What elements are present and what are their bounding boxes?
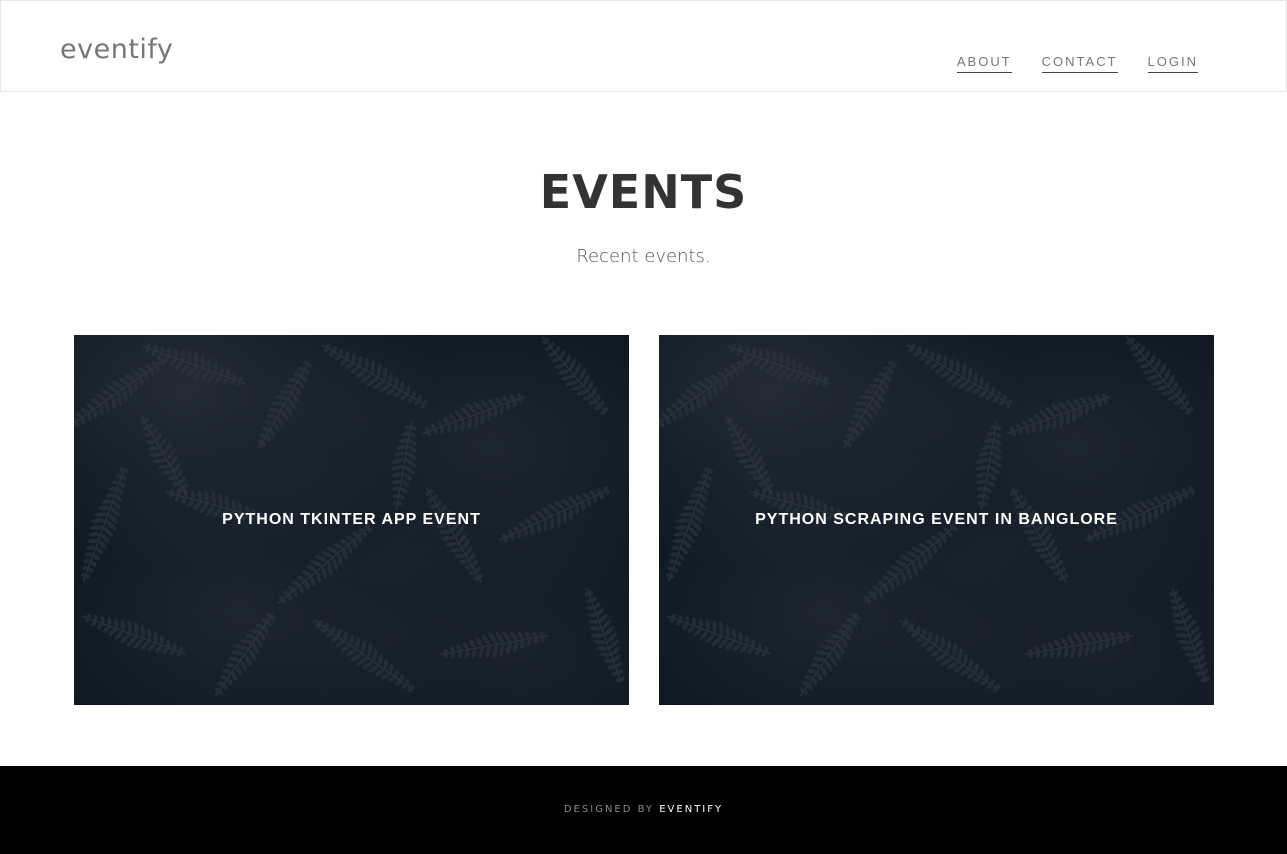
footer-credit-prefix: DESIGNED BY — [563, 804, 655, 815]
event-card-title: PYTHON TKINTER APP EVENT — [222, 511, 481, 528]
event-card[interactable]: PYTHON SCRAPING EVENT IN BANGLORE — [659, 335, 1214, 705]
footer-credit: DESIGNED BY EVENTIFY — [0, 804, 1287, 815]
site-footer: DESIGNED BY EVENTIFY — [0, 766, 1287, 854]
event-card[interactable]: PYTHON TKINTER APP EVENT — [74, 335, 629, 705]
site-header: eventify ABOUT CONTACT LOGIN — [0, 0, 1287, 92]
footer-brand-link[interactable]: EVENTIFY — [659, 804, 723, 815]
nav-link-about[interactable]: ABOUT — [956, 54, 1012, 73]
nav-link-contact[interactable]: CONTACT — [1041, 54, 1118, 73]
page: eventify ABOUT CONTACT LOGIN EVENTS Rece… — [0, 0, 1287, 854]
main-nav: ABOUT CONTACT LOGIN — [956, 54, 1198, 73]
event-card-title: PYTHON SCRAPING EVENT IN BANGLORE — [755, 511, 1118, 528]
nav-link-login[interactable]: LOGIN — [1147, 54, 1198, 73]
page-subtitle: Recent events. — [576, 246, 711, 267]
brand-logo-link[interactable]: eventify — [60, 34, 173, 65]
page-title: EVENTS — [539, 165, 748, 219]
